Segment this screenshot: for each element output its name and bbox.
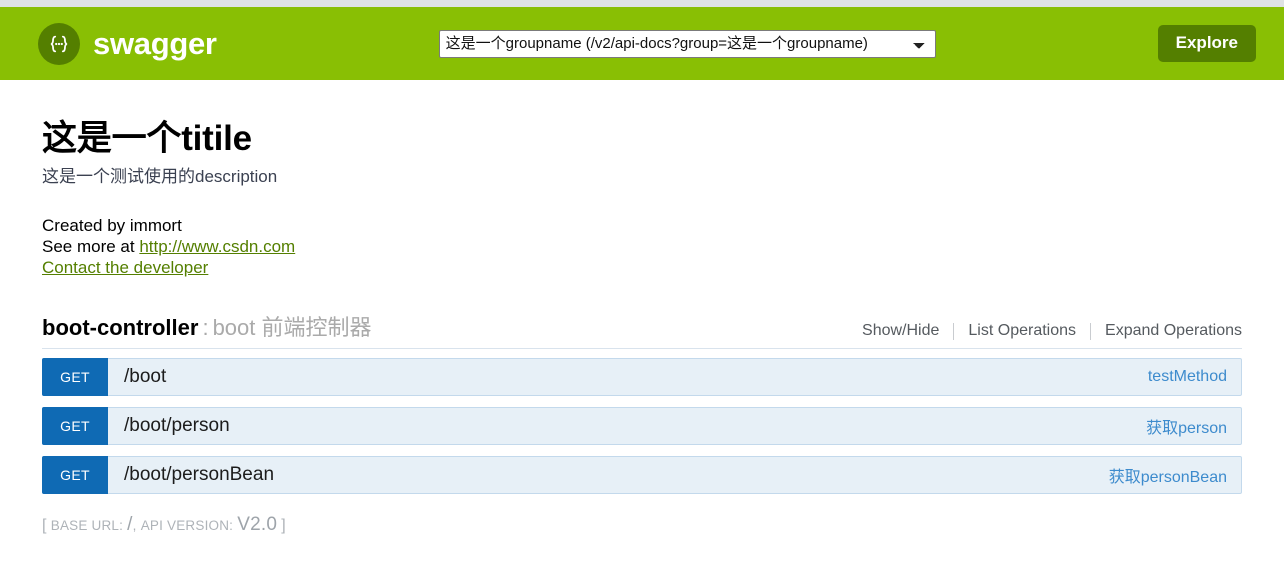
created-by-line: Created by immort — [42, 216, 1242, 237]
footer-close-bracket: ] — [281, 517, 286, 535]
brand-name: swagger — [93, 26, 217, 61]
operation-summary[interactable]: testMethod — [1148, 359, 1241, 395]
footer-info: [ BASE URL: /, API VERSION: V2.0 ] — [42, 514, 1242, 536]
explore-button[interactable]: Explore — [1157, 25, 1256, 62]
api-spec-select[interactable]: 这是一个groupname (/v2/api-docs?group=这是一个gr… — [438, 29, 936, 58]
footer-open-bracket: [ — [42, 517, 47, 535]
operation-row[interactable]: GET /boot/person 获取person — [42, 407, 1242, 446]
contact-developer-link[interactable]: Contact the developer — [42, 258, 208, 277]
top-strip — [0, 0, 1284, 7]
base-url-label: BASE URL: — [50, 518, 124, 534]
swagger-header-bar: swagger 这是一个groupname (/v2/api-docs?grou… — [0, 7, 1284, 80]
main-content: 这是一个titile 这是一个测试使用的description Created … — [0, 80, 1284, 536]
api-meta-block: Created by immort See more at http://www… — [42, 216, 1242, 278]
api-version-label: API VERSION: — [140, 518, 234, 534]
method-badge-get: GET — [42, 407, 108, 446]
api-version-value: V2.0 — [237, 514, 278, 536]
created-by-text: Created by immort — [42, 216, 182, 236]
method-badge-get: GET — [42, 456, 108, 495]
operation-path[interactable]: /boot/person — [108, 408, 1146, 444]
resource-name: boot-controller — [42, 315, 199, 341]
resource-separator: : — [202, 315, 209, 341]
header-middle: 这是一个groupname (/v2/api-docs?group=这是一个gr… — [217, 29, 1158, 58]
operation-row[interactable]: GET /boot/personBean 获取personBean — [42, 456, 1242, 495]
resource-boot-controller: boot-controller: boot 前端控制器 Show/Hide Lis… — [42, 310, 1242, 495]
operation-summary[interactable]: 获取person — [1146, 408, 1241, 444]
see-more-link[interactable]: http://www.csdn.com — [139, 237, 295, 256]
api-description: 这是一个测试使用的description — [42, 167, 278, 186]
api-info-block: 这是一个titile 这是一个测试使用的description Created … — [42, 80, 1242, 278]
operation-row[interactable]: GET /boot testMethod — [42, 358, 1242, 397]
operation-path[interactable]: /boot/personBean — [108, 457, 1109, 493]
resource-options: Show/Hide List Operations Expand Operati… — [862, 322, 1242, 340]
method-badge-get: GET — [42, 358, 108, 397]
list-operations-link[interactable]: List Operations — [954, 322, 1090, 340]
show-hide-link[interactable]: Show/Hide — [862, 322, 953, 340]
resource-title[interactable]: boot-controller: boot 前端控制器 — [42, 310, 372, 342]
see-more-line: See more at http://www.csdn.com — [42, 237, 1242, 258]
swagger-brand[interactable]: swagger — [38, 22, 217, 65]
operation-list: GET /boot testMethod GET /boot/person 获取… — [42, 358, 1242, 495]
see-more-prefix: See more at — [42, 236, 140, 256]
operation-summary[interactable]: 获取personBean — [1109, 457, 1241, 493]
contact-line: Contact the developer — [42, 258, 1242, 279]
resource-header: boot-controller: boot 前端控制器 Show/Hide Lis… — [42, 310, 1242, 350]
operation-path[interactable]: /boot — [108, 359, 1148, 395]
footer-comma: , — [132, 518, 137, 534]
page-title: 这是一个titile — [42, 119, 252, 158]
resource-subtitle: boot 前端控制器 — [212, 315, 372, 341]
swagger-braces-icon — [38, 22, 80, 65]
expand-operations-link[interactable]: Expand Operations — [1091, 322, 1242, 340]
